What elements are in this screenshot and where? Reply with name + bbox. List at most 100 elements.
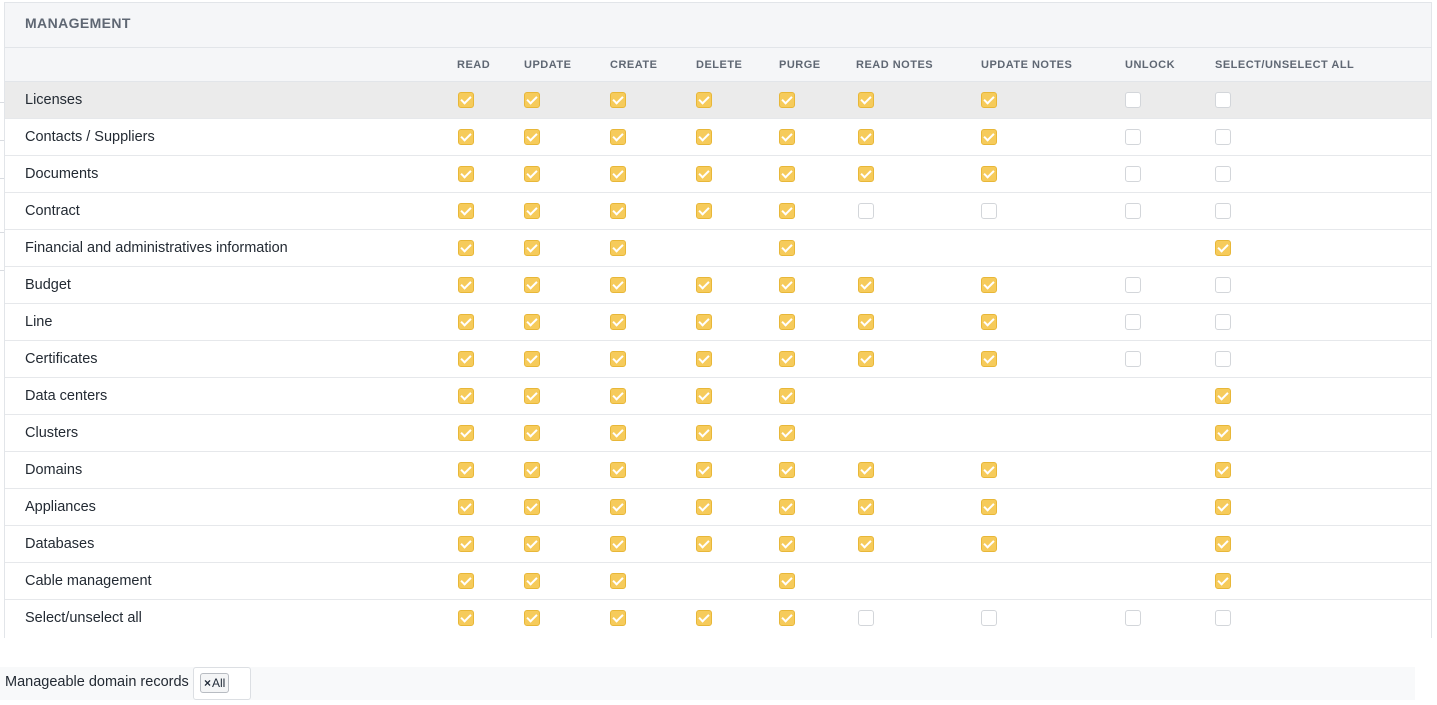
checkbox-purge[interactable] xyxy=(779,351,795,367)
checkbox-delete[interactable] xyxy=(696,351,712,367)
checkbox-read-notes[interactable] xyxy=(858,129,874,145)
checkbox-read-notes[interactable] xyxy=(858,203,874,219)
checkbox-delete[interactable] xyxy=(696,92,712,108)
checkbox-purge[interactable] xyxy=(779,240,795,256)
checkbox-select-unselect-all[interactable] xyxy=(1215,425,1231,441)
checkbox-read[interactable] xyxy=(458,610,474,626)
checkbox-update-notes[interactable] xyxy=(981,92,997,108)
checkbox-unlock[interactable] xyxy=(1125,166,1141,182)
checkbox-read-notes[interactable] xyxy=(858,536,874,552)
checkbox-update-notes[interactable] xyxy=(981,610,997,626)
checkbox-read[interactable] xyxy=(458,277,474,293)
checkbox-select-unselect-all[interactable] xyxy=(1215,314,1231,330)
checkbox-create[interactable] xyxy=(610,388,626,404)
checkbox-read-notes[interactable] xyxy=(858,462,874,478)
checkbox-select-unselect-all[interactable] xyxy=(1215,499,1231,515)
checkbox-update-notes[interactable] xyxy=(981,536,997,552)
checkbox-delete[interactable] xyxy=(696,610,712,626)
checkbox-read[interactable] xyxy=(458,425,474,441)
checkbox-update-notes[interactable] xyxy=(981,351,997,367)
checkbox-update[interactable] xyxy=(524,203,540,219)
checkbox-delete[interactable] xyxy=(696,203,712,219)
checkbox-create[interactable] xyxy=(610,536,626,552)
checkbox-unlock[interactable] xyxy=(1125,203,1141,219)
checkbox-unlock[interactable] xyxy=(1125,277,1141,293)
checkbox-read[interactable] xyxy=(458,351,474,367)
checkbox-update-notes[interactable] xyxy=(981,314,997,330)
checkbox-update-notes[interactable] xyxy=(981,166,997,182)
checkbox-update[interactable] xyxy=(524,573,540,589)
checkbox-unlock[interactable] xyxy=(1125,314,1141,330)
checkbox-update[interactable] xyxy=(524,314,540,330)
chip-remove-icon[interactable]: × xyxy=(204,674,211,692)
checkbox-select-unselect-all[interactable] xyxy=(1215,388,1231,404)
checkbox-select-unselect-all[interactable] xyxy=(1215,351,1231,367)
checkbox-read[interactable] xyxy=(458,129,474,145)
checkbox-delete[interactable] xyxy=(696,277,712,293)
checkbox-update[interactable] xyxy=(524,388,540,404)
checkbox-unlock[interactable] xyxy=(1125,351,1141,367)
checkbox-create[interactable] xyxy=(610,462,626,478)
checkbox-select-unselect-all[interactable] xyxy=(1215,573,1231,589)
checkbox-delete[interactable] xyxy=(696,166,712,182)
checkbox-update[interactable] xyxy=(524,240,540,256)
checkbox-read-notes[interactable] xyxy=(858,277,874,293)
checkbox-select-unselect-all[interactable] xyxy=(1215,166,1231,182)
checkbox-purge[interactable] xyxy=(779,92,795,108)
checkbox-create[interactable] xyxy=(610,573,626,589)
checkbox-purge[interactable] xyxy=(779,277,795,293)
checkbox-create[interactable] xyxy=(610,351,626,367)
checkbox-update[interactable] xyxy=(524,499,540,515)
checkbox-purge[interactable] xyxy=(779,499,795,515)
checkbox-read[interactable] xyxy=(458,203,474,219)
checkbox-read-notes[interactable] xyxy=(858,166,874,182)
checkbox-purge[interactable] xyxy=(779,425,795,441)
checkbox-select-unselect-all[interactable] xyxy=(1215,203,1231,219)
checkbox-update[interactable] xyxy=(524,166,540,182)
checkbox-delete[interactable] xyxy=(696,462,712,478)
checkbox-read[interactable] xyxy=(458,314,474,330)
checkbox-read[interactable] xyxy=(458,462,474,478)
checkbox-update-notes[interactable] xyxy=(981,129,997,145)
checkbox-create[interactable] xyxy=(610,425,626,441)
checkbox-read-notes[interactable] xyxy=(858,314,874,330)
checkbox-update[interactable] xyxy=(524,129,540,145)
checkbox-read[interactable] xyxy=(458,499,474,515)
checkbox-delete[interactable] xyxy=(696,425,712,441)
checkbox-purge[interactable] xyxy=(779,166,795,182)
checkbox-update[interactable] xyxy=(524,425,540,441)
checkbox-read[interactable] xyxy=(458,388,474,404)
checkbox-purge[interactable] xyxy=(779,203,795,219)
checkbox-select-unselect-all[interactable] xyxy=(1215,240,1231,256)
checkbox-update-notes[interactable] xyxy=(981,277,997,293)
checkbox-select-unselect-all[interactable] xyxy=(1215,610,1231,626)
checkbox-purge[interactable] xyxy=(779,462,795,478)
checkbox-unlock[interactable] xyxy=(1125,610,1141,626)
checkbox-update-notes[interactable] xyxy=(981,203,997,219)
checkbox-update-notes[interactable] xyxy=(981,499,997,515)
checkbox-update-notes[interactable] xyxy=(981,462,997,478)
checkbox-delete[interactable] xyxy=(696,314,712,330)
checkbox-purge[interactable] xyxy=(779,388,795,404)
checkbox-delete[interactable] xyxy=(696,499,712,515)
checkbox-select-unselect-all[interactable] xyxy=(1215,536,1231,552)
checkbox-create[interactable] xyxy=(610,499,626,515)
checkbox-read-notes[interactable] xyxy=(858,351,874,367)
checkbox-read[interactable] xyxy=(458,240,474,256)
checkbox-create[interactable] xyxy=(610,92,626,108)
checkbox-create[interactable] xyxy=(610,314,626,330)
checkbox-purge[interactable] xyxy=(779,573,795,589)
checkbox-purge[interactable] xyxy=(779,610,795,626)
checkbox-select-unselect-all[interactable] xyxy=(1215,92,1231,108)
checkbox-update[interactable] xyxy=(524,462,540,478)
checkbox-purge[interactable] xyxy=(779,536,795,552)
checkbox-delete[interactable] xyxy=(696,129,712,145)
checkbox-create[interactable] xyxy=(610,610,626,626)
checkbox-update[interactable] xyxy=(524,277,540,293)
checkbox-read-notes[interactable] xyxy=(858,499,874,515)
checkbox-delete[interactable] xyxy=(696,536,712,552)
checkbox-purge[interactable] xyxy=(779,314,795,330)
checkbox-read[interactable] xyxy=(458,166,474,182)
checkbox-create[interactable] xyxy=(610,203,626,219)
checkbox-create[interactable] xyxy=(610,277,626,293)
